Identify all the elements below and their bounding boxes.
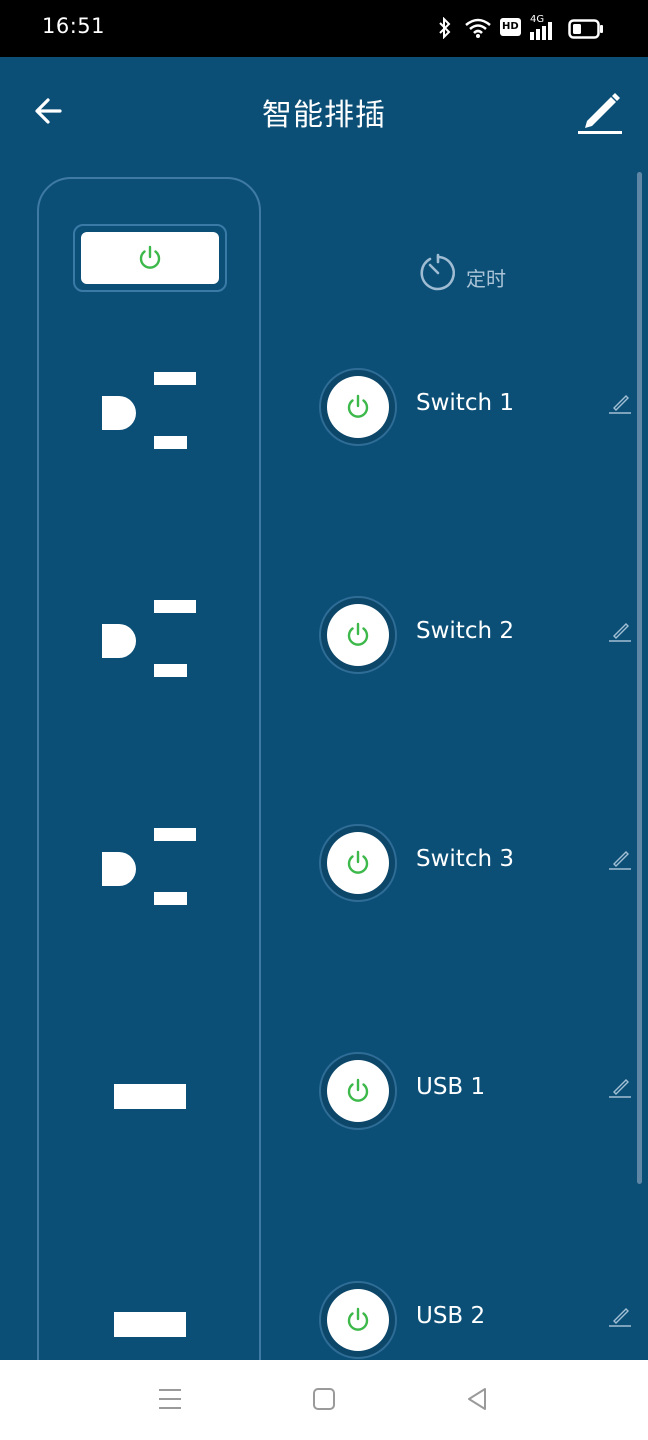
scrollbar[interactable] [637, 172, 642, 1184]
master-power-button[interactable] [73, 224, 227, 292]
power-icon [347, 1307, 369, 1331]
switch-3-power-button[interactable] [319, 824, 397, 902]
timer-label: 定时 [466, 267, 506, 291]
usb-2-power-button[interactable] [319, 1281, 397, 1359]
status-time: 16:51 [42, 14, 106, 38]
stopwatch-icon [420, 253, 455, 291]
power-icon [347, 622, 369, 646]
edit-pen-icon[interactable] [608, 1305, 632, 1329]
switch-label: USB 1 [416, 1074, 486, 1100]
status-bar: 16:51 HD 4G [0, 0, 648, 57]
power-icon [347, 1078, 369, 1102]
back-triangle-icon[interactable] [463, 1384, 493, 1414]
app-bar: 智能排插 [0, 57, 648, 165]
system-nav-bar [0, 1360, 648, 1440]
switch-2-power-button[interactable] [319, 596, 397, 674]
usb-row-1: USB 1 [0, 1050, 648, 1130]
switch-label: Switch 3 [416, 846, 514, 872]
switch-row-1: Switch 1 [0, 366, 648, 446]
switch-1-power-button[interactable] [319, 368, 397, 446]
switch-row-3: Switch 3 [0, 822, 648, 902]
usb-row-2: USB 2 [0, 1279, 648, 1359]
bluetooth-icon [439, 17, 451, 39]
usb-1-power-button[interactable] [319, 1052, 397, 1130]
home-icon[interactable] [309, 1384, 339, 1414]
edit-pen-icon[interactable] [608, 392, 632, 416]
switch-label: USB 2 [416, 1303, 486, 1329]
edit-pen-icon[interactable] [608, 1076, 632, 1100]
status-icons: HD 4G [438, 14, 608, 44]
edit-pen-icon[interactable] [608, 620, 632, 644]
wifi-icon [465, 18, 491, 38]
pencil-icon[interactable] [573, 87, 625, 135]
switch-label: Switch 2 [416, 618, 514, 644]
power-icon [347, 394, 369, 418]
signal-icon [530, 22, 552, 40]
page-title: 智能排插 [262, 98, 386, 133]
battery-icon [568, 19, 603, 39]
hd-badge: HD [500, 18, 521, 36]
switch-row-2: Switch 2 [0, 594, 648, 674]
edit-pen-icon[interactable] [608, 848, 632, 872]
power-icon [347, 850, 369, 874]
menu-icon[interactable] [155, 1384, 185, 1414]
power-icon [139, 245, 161, 269]
power-strip-outline [37, 177, 261, 1407]
switch-label: Switch 1 [416, 390, 514, 416]
